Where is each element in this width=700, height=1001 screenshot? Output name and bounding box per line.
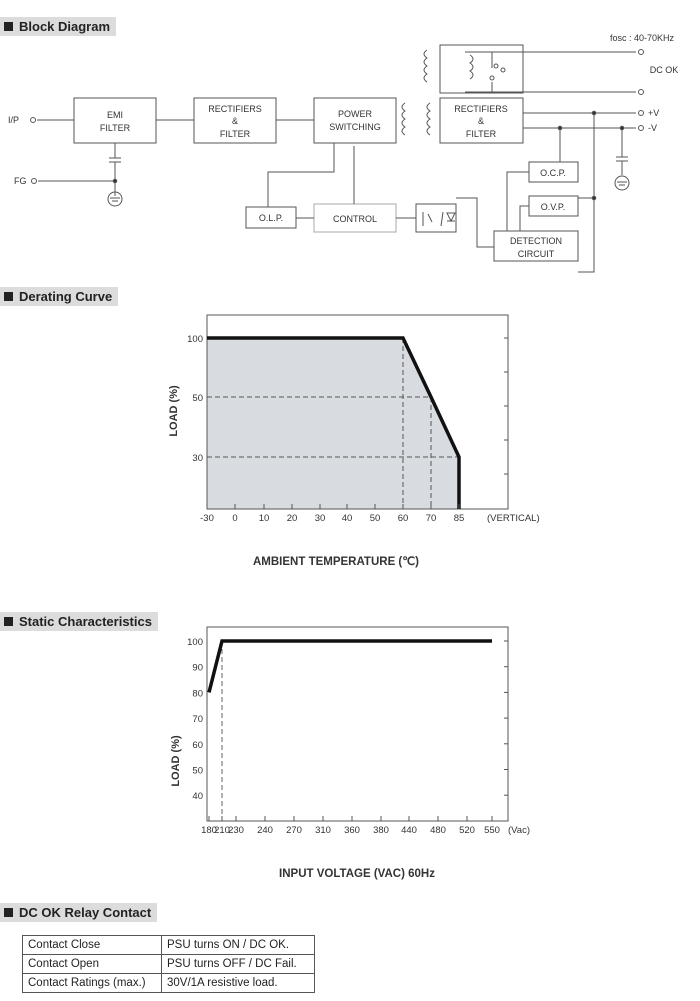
- emi-filter-box: [73, 97, 157, 144]
- y-tick-label: 50: [192, 393, 203, 404]
- table-row: Contact Ratings (max.) 30V/1A resistive l…: [22, 973, 315, 993]
- section-header-static: Static Characteristics: [0, 612, 158, 631]
- table-row: Contact Open PSU turns OFF / DC Fail.: [22, 954, 315, 974]
- y-tick-label: 90: [192, 663, 203, 674]
- emi-label: EMI: [107, 110, 123, 120]
- table-cell: Contact Close: [22, 935, 162, 955]
- table-cell: Contact Ratings (max.): [22, 973, 162, 993]
- fosc-label: fosc : 40-70KHz: [610, 33, 675, 43]
- fg-label: FG: [14, 176, 27, 186]
- emi-label: FILTER: [100, 123, 131, 133]
- ocp-label: O.C.P.: [540, 168, 566, 178]
- minus-v-label: -V: [648, 123, 657, 133]
- table-cell: 30V/1A resistive load.: [161, 973, 315, 993]
- relay-table: Contact Close PSU turns ON / DC OK. Conta…: [22, 935, 315, 993]
- x-tick-label: 50: [370, 513, 381, 524]
- derating-area: [207, 338, 459, 509]
- section-header-relay: DC OK Relay Contact: [0, 903, 158, 922]
- y-axis-label: LOAD (%): [168, 385, 180, 437]
- x-tick-label: 240: [257, 825, 273, 836]
- rect2-label: RECTIFIERS: [454, 104, 508, 114]
- power-label: SWITCHING: [329, 122, 381, 132]
- ovp-label: O.V.P.: [541, 202, 566, 212]
- section-title: Static Characteristics: [19, 614, 152, 629]
- x-tick-label: -30: [200, 513, 214, 524]
- table-cell: PSU turns ON / DC OK.: [161, 935, 315, 955]
- load-line: [207, 639, 492, 693]
- power-label: POWER: [338, 109, 373, 119]
- plot-frame: [206, 314, 509, 510]
- x-tick-label: 70: [426, 513, 437, 524]
- detection-label: DETECTION: [510, 236, 562, 246]
- y-axis-label: LOAD (%): [170, 735, 182, 787]
- x-unit: (Vac): [508, 825, 530, 836]
- x-tick-label: 520: [459, 825, 475, 836]
- x-tick-label: 180: [201, 825, 217, 836]
- x-tick-label: 85: [454, 513, 465, 524]
- section-title: DC OK Relay Contact: [19, 905, 152, 920]
- plus-v-label: +V: [648, 108, 659, 118]
- ip-label: I/P: [8, 115, 19, 125]
- y-tick-label: 40: [192, 791, 203, 802]
- section-title: Derating Curve: [19, 289, 113, 304]
- x-tick-label: 380: [373, 825, 389, 836]
- control-label: CONTROL: [333, 214, 377, 224]
- x-tick-label: 30: [315, 513, 326, 524]
- x-tick-label: 480: [430, 825, 446, 836]
- x-tick-label: 10: [259, 513, 270, 524]
- power-switching-box: [313, 97, 397, 144]
- y-tick-label: 60: [192, 740, 203, 751]
- section-header-derating: Derating Curve: [0, 287, 119, 306]
- table-cell: PSU turns OFF / DC Fail.: [161, 954, 315, 974]
- dc-ok-label: DC OK: [650, 65, 679, 75]
- table-row: Contact Close PSU turns ON / DC OK.: [22, 935, 315, 955]
- block-diagram: EMI FILTER RECTIFIERS & FILTER POWER SWITCHI…: [8, 33, 679, 273]
- y-tick-label: 80: [192, 688, 203, 699]
- detection-label: CIRCUIT: [518, 249, 555, 259]
- y-tick-label: 50: [192, 766, 203, 777]
- rect2-label: FILTER: [466, 129, 497, 139]
- y-tick-label: 100: [187, 637, 203, 648]
- table-cell: Contact Open: [22, 954, 162, 974]
- y-tick-label: 100: [187, 334, 203, 345]
- derating-line: [207, 336, 461, 509]
- x-tick-label: 40: [342, 513, 353, 524]
- x-note: (VERTICAL): [487, 513, 540, 524]
- x-tick-label: 210: [214, 825, 230, 836]
- x-tick-label: 440: [401, 825, 417, 836]
- x-tick-label: 360: [344, 825, 360, 836]
- x-tick-label: 310: [315, 825, 331, 836]
- x-tick-label: 0: [232, 513, 237, 524]
- olp-label: O.L.P.: [259, 213, 283, 223]
- rect1-label: FILTER: [220, 129, 251, 139]
- x-tick-label: 550: [484, 825, 500, 836]
- x-tick-label: 60: [398, 513, 409, 524]
- rect1-label: &: [232, 116, 238, 126]
- x-tick-label: 20: [287, 513, 298, 524]
- x-tick-label: 230: [228, 825, 244, 836]
- rect2-label: &: [478, 116, 484, 126]
- y-tick-label: 70: [192, 714, 203, 725]
- x-tick-label: 270: [286, 825, 302, 836]
- x-axis-label: INPUT VOLTAGE (VAC) 60Hz: [279, 868, 435, 880]
- y-tick-label: 30: [192, 453, 203, 464]
- plot-frame: [206, 626, 509, 822]
- x-axis-label: AMBIENT TEMPERATURE (℃): [253, 555, 419, 568]
- rect1-label: RECTIFIERS: [208, 104, 262, 114]
